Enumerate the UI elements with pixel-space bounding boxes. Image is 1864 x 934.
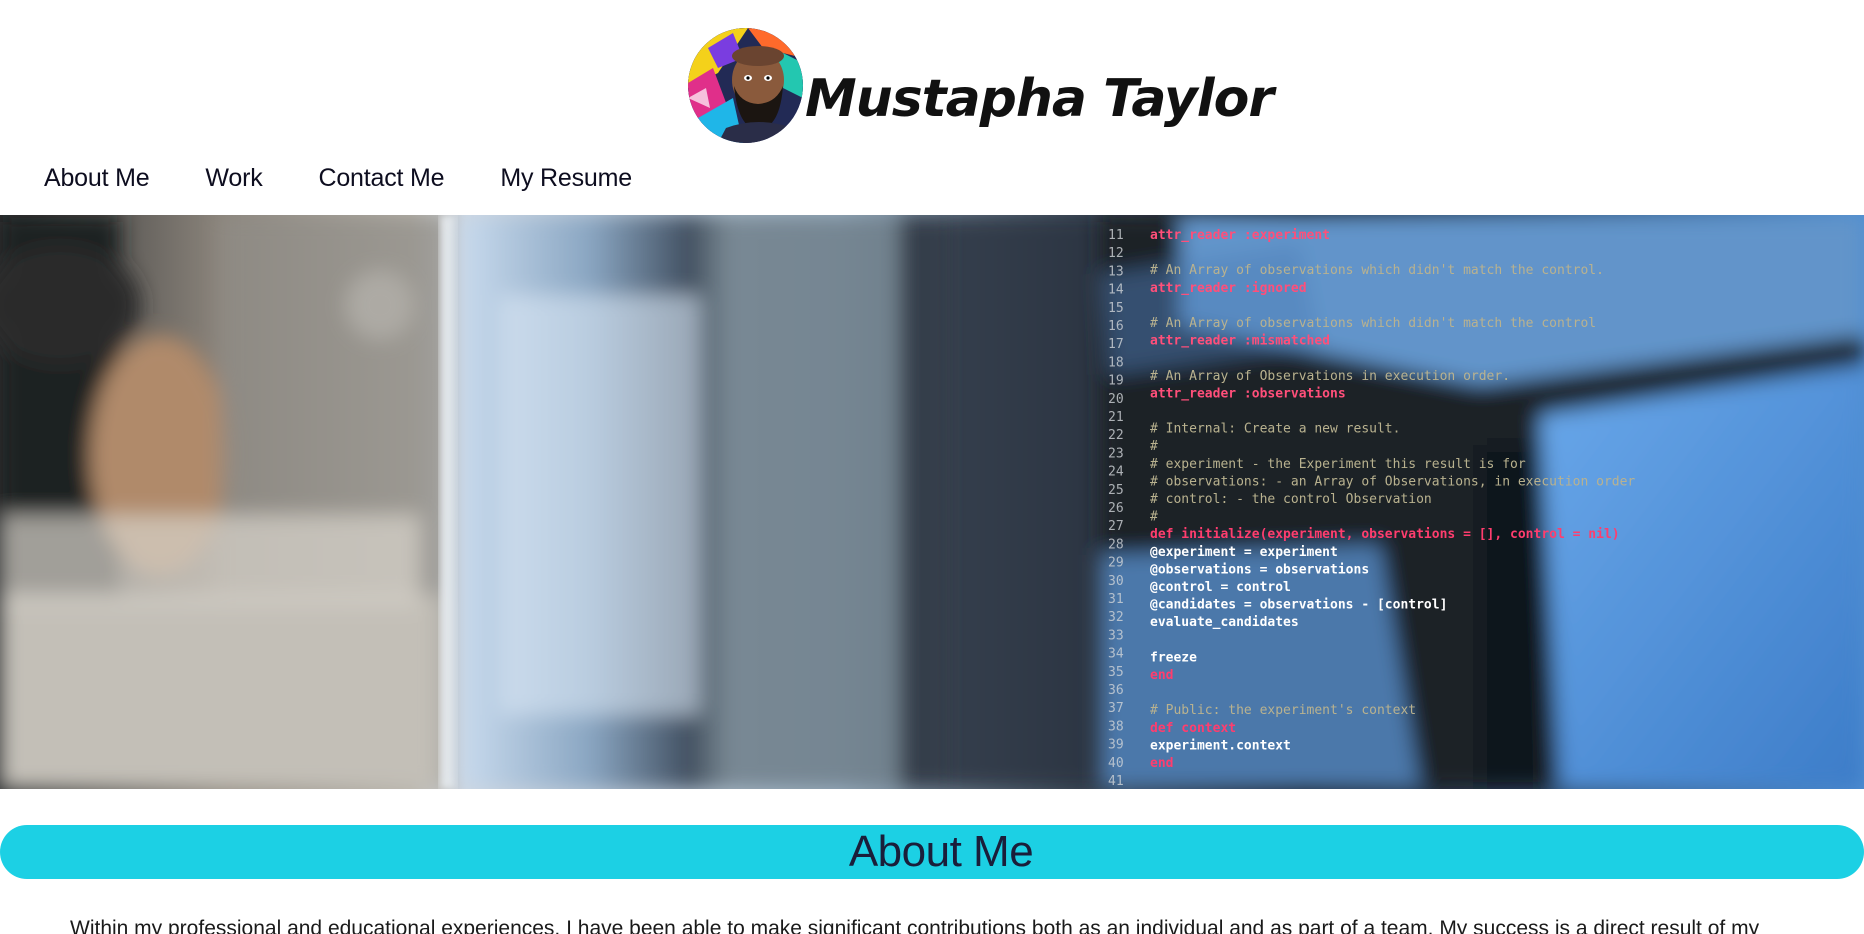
about-heading-bar: About Me	[0, 825, 1864, 879]
code-line-text: @candidates = observations - [control]	[1150, 598, 1447, 613]
about-paragraph: Within my professional and educational e…	[70, 917, 1760, 934]
code-line-number: 19	[1108, 374, 1124, 389]
code-line-number: 13	[1108, 264, 1124, 279]
code-line-number: 27	[1108, 519, 1124, 534]
code-line-number: 12	[1108, 246, 1124, 261]
code-line-number: 24	[1108, 465, 1124, 480]
site-title[interactable]: Mustapha Taylor	[805, 69, 1274, 129]
code-line-text: # control: - the control Observation	[1150, 492, 1432, 507]
code-line-number: 35	[1108, 665, 1124, 680]
code-line-number: 16	[1108, 319, 1124, 334]
code-line-text: attr_reader :observations	[1150, 386, 1346, 401]
code-line-text: # An Array of Observations in execution …	[1150, 369, 1510, 384]
hero-code-photo: 11 attr_reader :experiment 12 13 # An Array …	[0, 215, 1864, 789]
code-line-text: attr_reader :mismatched	[1150, 334, 1330, 349]
main-nav: About Me Work Contact Me My Resume	[44, 164, 688, 193]
avatar[interactable]	[688, 27, 803, 143]
code-line-number: 32	[1108, 610, 1124, 625]
code-line-number: 28	[1108, 537, 1124, 552]
code-line-number: 34	[1108, 647, 1124, 662]
code-line-number: 25	[1108, 483, 1124, 498]
nav-link-about-me[interactable]: About Me	[44, 164, 150, 193]
code-line-number: 21	[1108, 410, 1124, 425]
code-line-text: #	[1150, 439, 1158, 454]
nav-link-my-resume[interactable]: My Resume	[500, 164, 632, 193]
code-line-number: 18	[1108, 355, 1124, 370]
code-line-text: @observations = observations	[1150, 562, 1369, 577]
code-line-number: 30	[1108, 574, 1124, 589]
code-line-number: 20	[1108, 392, 1124, 407]
code-line-number: 39	[1108, 738, 1124, 753]
code-line-number: 22	[1108, 428, 1124, 443]
code-line-number: 11	[1108, 228, 1124, 243]
nav-link-contact-me[interactable]: Contact Me	[319, 164, 445, 193]
hero-image: 11 attr_reader :experiment 12 13 # An Array …	[0, 215, 1864, 789]
code-line-number: 23	[1108, 446, 1124, 461]
page: Mustapha Taylor About Me Work Contact Me…	[0, 0, 1864, 934]
code-line-number: 33	[1108, 628, 1124, 643]
code-line-number: 29	[1108, 556, 1124, 571]
code-line-number: 26	[1108, 501, 1124, 516]
code-line-text: end	[1150, 668, 1173, 683]
code-line-number: 38	[1108, 719, 1124, 734]
code-line-text: freeze	[1150, 650, 1197, 665]
about-heading: About Me	[848, 827, 1034, 876]
code-line-text: # An Array of observations which didn't …	[1150, 316, 1596, 331]
code-line-text: # An Array of observations which didn't …	[1150, 263, 1604, 278]
code-line-number: 41	[1108, 774, 1124, 789]
code-line-text: def context	[1150, 721, 1236, 736]
code-line-text: evaluate_candidates	[1150, 615, 1299, 630]
code-line-text: # Internal: Create a new result.	[1150, 422, 1400, 437]
code-line-text: #	[1150, 510, 1158, 525]
code-line-text: # Public: the experiment's context	[1150, 703, 1416, 718]
code-line-text: @experiment = experiment	[1150, 545, 1338, 560]
code-line-number: 17	[1108, 337, 1124, 352]
code-line-text: attr_reader :ignored	[1150, 281, 1307, 296]
code-line-text: end	[1150, 756, 1173, 771]
code-line-text: def initialize(experiment, observations …	[1150, 527, 1620, 542]
nav-link-work[interactable]: Work	[205, 164, 262, 193]
code-line-number: 14	[1108, 283, 1124, 298]
code-line-text: attr_reader :experiment	[1150, 228, 1330, 243]
code-line-text: # experiment - the Experiment this resul…	[1150, 457, 1526, 472]
site-header: Mustapha Taylor	[688, 26, 1274, 144]
code-line-text: # observations: - an Array of Observatio…	[1150, 474, 1635, 489]
code-line-number: 36	[1108, 683, 1124, 698]
code-line-number: 31	[1108, 592, 1124, 607]
code-line-number: 40	[1108, 756, 1124, 771]
code-line-text: @control = control	[1150, 580, 1291, 595]
code-line-number: 15	[1108, 301, 1124, 316]
code-line-number: 37	[1108, 701, 1124, 716]
code-line-text: experiment.context	[1150, 738, 1291, 753]
avatar-illustration-icon	[688, 27, 803, 143]
